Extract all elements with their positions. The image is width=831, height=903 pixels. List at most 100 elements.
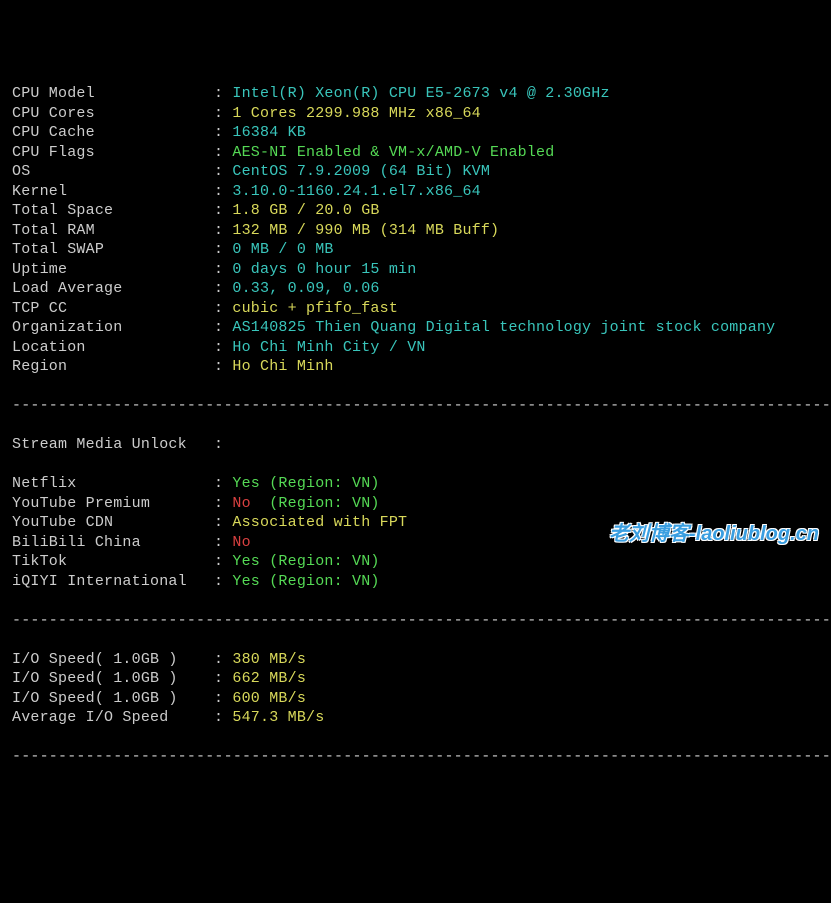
info-label: Location <box>12 338 214 358</box>
info-row: Organization: AS140825 Thien Quang Digit… <box>12 318 831 338</box>
info-label: I/O Speed( 1.0GB ) <box>12 689 214 709</box>
divider: ----------------------------------------… <box>12 747 831 767</box>
colon: : <box>214 573 232 590</box>
colon: : <box>214 651 232 668</box>
stream-extra: (Region: VN) <box>260 475 380 492</box>
stream-label: Netflix <box>12 474 214 494</box>
info-value: AES-NI Enabled & VM-x/AMD-V Enabled <box>232 144 554 161</box>
stream-header-label: Stream Media Unlock <box>12 435 214 455</box>
colon: : <box>214 534 232 551</box>
colon: : <box>214 670 232 687</box>
info-row: I/O Speed( 1.0GB ): 662 MB/s <box>12 669 831 689</box>
colon: : <box>214 495 232 512</box>
info-row: OS: CentOS 7.9.2009 (64 Bit) KVM <box>12 162 831 182</box>
stream-row: Netflix: Yes (Region: VN) <box>12 474 831 494</box>
colon: : <box>214 436 223 453</box>
info-label: I/O Speed( 1.0GB ) <box>12 650 214 670</box>
info-value: Intel(R) Xeon(R) CPU E5-2673 v4 @ 2.30GH… <box>232 85 609 102</box>
info-value: 0 MB / 0 MB <box>232 241 333 258</box>
info-value: 0 days 0 hour 15 min <box>232 261 416 278</box>
stream-row: YouTube Premium: No (Region: VN) <box>12 494 831 514</box>
info-value: 547.3 MB/s <box>232 709 324 726</box>
stream-extra: (Region: VN) <box>251 495 380 512</box>
info-value: 600 MB/s <box>232 690 306 707</box>
io-speed-section: I/O Speed( 1.0GB ): 380 MB/sI/O Speed( 1… <box>12 650 831 728</box>
info-label: Total SWAP <box>12 240 214 260</box>
colon: : <box>214 514 232 531</box>
stream-extra: (Region: VN) <box>260 573 380 590</box>
colon: : <box>214 475 232 492</box>
stream-extra: Associated with FPT <box>232 514 407 531</box>
info-row: I/O Speed( 1.0GB ): 600 MB/s <box>12 689 831 709</box>
info-row: Total Space: 1.8 GB / 20.0 GB <box>12 201 831 221</box>
colon: : <box>214 261 232 278</box>
info-value: 132 MB / 990 MB (314 MB Buff) <box>232 222 499 239</box>
colon: : <box>214 553 232 570</box>
info-label: TCP CC <box>12 299 214 319</box>
colon: : <box>214 105 232 122</box>
info-row: I/O Speed( 1.0GB ): 380 MB/s <box>12 650 831 670</box>
info-label: Load Average <box>12 279 214 299</box>
colon: : <box>214 163 232 180</box>
info-row: Total SWAP: 0 MB / 0 MB <box>12 240 831 260</box>
colon: : <box>214 222 232 239</box>
stream-row: iQIYI International: Yes (Region: VN) <box>12 572 831 592</box>
info-value: 3.10.0-1160.24.1.el7.x86_64 <box>232 183 480 200</box>
stream-label: BiliBili China <box>12 533 214 553</box>
info-label: Uptime <box>12 260 214 280</box>
stream-extra: (Region: VN) <box>260 553 380 570</box>
info-value: 0.33, 0.09, 0.06 <box>232 280 379 297</box>
colon: : <box>214 85 232 102</box>
info-row: Region: Ho Chi Minh <box>12 357 831 377</box>
info-row: Kernel: 3.10.0-1160.24.1.el7.x86_64 <box>12 182 831 202</box>
info-label: Kernel <box>12 182 214 202</box>
info-value: CentOS 7.9.2009 (64 Bit) KVM <box>232 163 490 180</box>
info-row: Total RAM: 132 MB / 990 MB (314 MB Buff) <box>12 221 831 241</box>
info-row: Uptime: 0 days 0 hour 15 min <box>12 260 831 280</box>
stream-yesno: Yes <box>232 553 260 570</box>
info-label: OS <box>12 162 214 182</box>
stream-yesno: No <box>232 534 250 551</box>
info-value: 1.8 GB / 20.0 GB <box>232 202 379 219</box>
stream-label: YouTube Premium <box>12 494 214 514</box>
colon: : <box>214 124 232 141</box>
colon: : <box>214 300 232 317</box>
info-label: CPU Cores <box>12 104 214 124</box>
stream-label: iQIYI International <box>12 572 214 592</box>
colon: : <box>214 183 232 200</box>
info-value: AS140825 Thien Quang Digital technology … <box>232 319 775 336</box>
stream-yesno: Yes <box>232 475 260 492</box>
info-value: 1 Cores 2299.988 MHz x86_64 <box>232 105 480 122</box>
info-row: Average I/O Speed: 547.3 MB/s <box>12 708 831 728</box>
colon: : <box>214 144 232 161</box>
info-label: CPU Model <box>12 84 214 104</box>
colon: : <box>214 280 232 297</box>
stream-header-row: Stream Media Unlock: <box>12 435 831 455</box>
info-row: CPU Model: Intel(R) Xeon(R) CPU E5-2673 … <box>12 84 831 104</box>
info-value: Ho Chi Minh City / VN <box>232 339 425 356</box>
info-label: I/O Speed( 1.0GB ) <box>12 669 214 689</box>
info-row: TCP CC: cubic + pfifo_fast <box>12 299 831 319</box>
stream-yesno: No <box>232 495 250 512</box>
colon: : <box>214 339 232 356</box>
stream-yesno: Yes <box>232 573 260 590</box>
info-label: Average I/O Speed <box>12 708 214 728</box>
info-label: Total RAM <box>12 221 214 241</box>
info-row: CPU Cache: 16384 KB <box>12 123 831 143</box>
stream-label: TikTok <box>12 552 214 572</box>
system-info-section: CPU Model: Intel(R) Xeon(R) CPU E5-2673 … <box>12 84 831 377</box>
watermark-text: 老刘博客-laoliublog.cn <box>609 521 819 547</box>
info-value: 16384 KB <box>232 124 306 141</box>
colon: : <box>214 709 232 726</box>
colon: : <box>214 358 232 375</box>
divider: ----------------------------------------… <box>12 396 831 416</box>
colon: : <box>214 690 232 707</box>
info-row: CPU Flags: AES-NI Enabled & VM-x/AMD-V E… <box>12 143 831 163</box>
info-label: Organization <box>12 318 214 338</box>
info-label: CPU Cache <box>12 123 214 143</box>
info-label: Region <box>12 357 214 377</box>
divider: ----------------------------------------… <box>12 611 831 631</box>
stream-label: YouTube CDN <box>12 513 214 533</box>
info-label: Total Space <box>12 201 214 221</box>
colon: : <box>214 241 232 258</box>
